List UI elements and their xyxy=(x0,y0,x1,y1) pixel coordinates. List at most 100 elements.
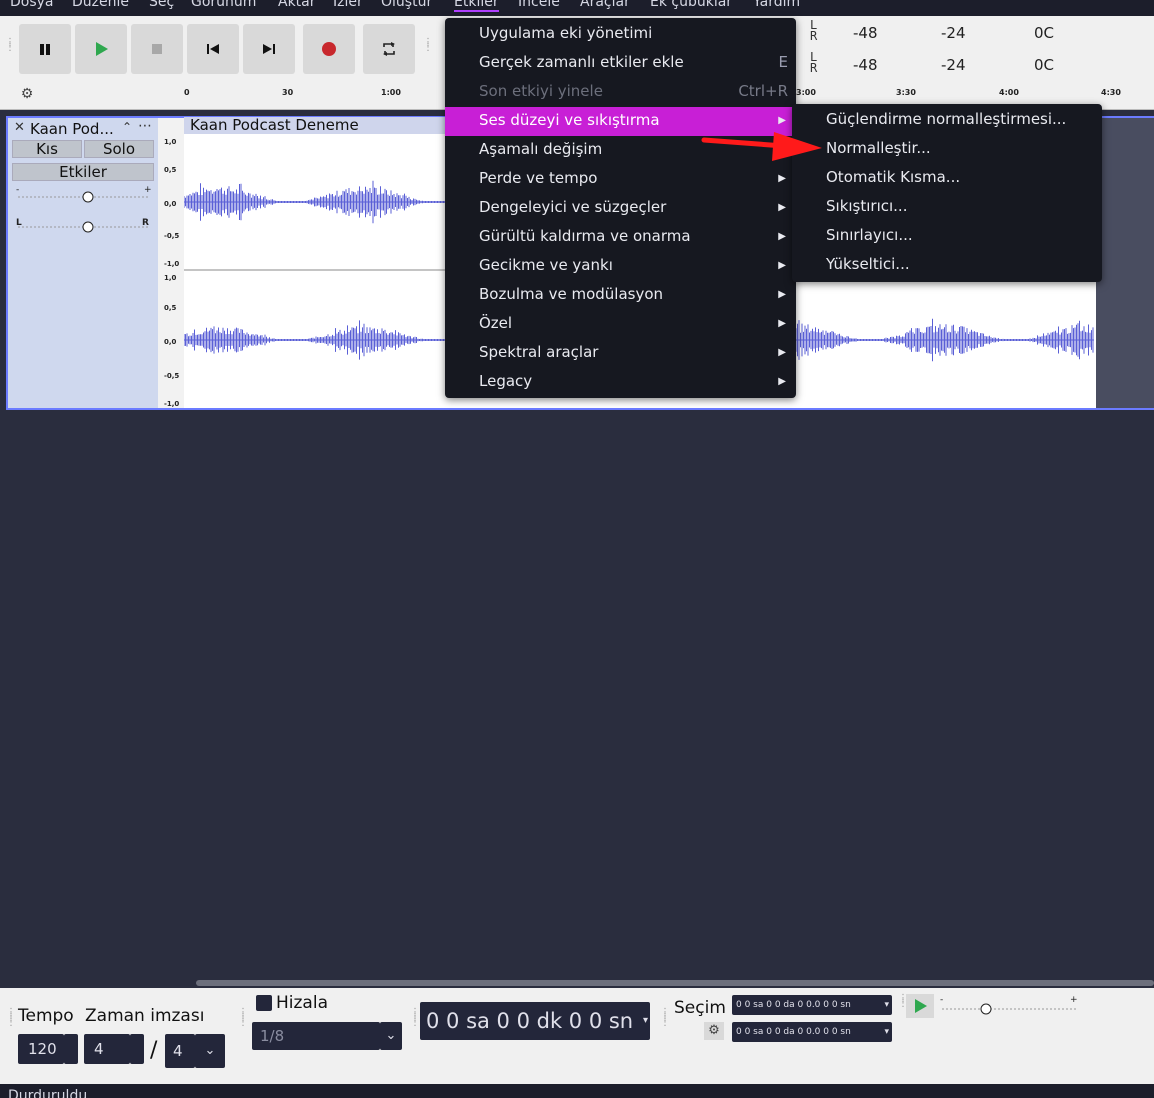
time-sig-denominator[interactable]: 4 xyxy=(165,1034,195,1068)
collapse-icon[interactable]: ⌃ xyxy=(122,120,132,134)
effects-menu-item[interactable]: Özel ▶ xyxy=(445,310,796,339)
pause-button[interactable] xyxy=(19,24,71,74)
chevron-down-icon[interactable]: ⌄ xyxy=(380,1022,402,1050)
close-icon[interactable]: ✕ xyxy=(14,120,25,135)
gear-icon[interactable]: ⚙ xyxy=(704,1022,724,1040)
loop-icon xyxy=(383,42,395,56)
toolbar-grip[interactable]: ⋮ ⋮ ⋮ xyxy=(6,1008,16,1028)
loop-button[interactable] xyxy=(363,24,415,74)
chevron-down-icon[interactable]: ▾ xyxy=(884,1022,889,1042)
clip-title[interactable]: Kaan Podcast Deneme xyxy=(184,117,446,134)
submenu-item[interactable]: Güçlendirme normalleştirmesi... xyxy=(792,106,1102,135)
tempo-stepper[interactable] xyxy=(64,1034,78,1064)
menu-etkiler[interactable]: Etkiler xyxy=(454,0,499,12)
menu-item-label: Aşamalı değişim xyxy=(479,140,603,158)
time-sig-numerator-stepper[interactable] xyxy=(130,1034,144,1064)
menu-item-label: Son etkiyi yinele xyxy=(479,82,603,100)
playback-meter[interactable]: LR -48 -24 0C xyxy=(796,18,1154,48)
effects-menu-item[interactable]: Spektral araçlar ▶ xyxy=(445,339,796,368)
scale-label: -0,5 xyxy=(164,372,180,380)
toolbar-grip[interactable]: ⋮ ⋮ ⋮ xyxy=(660,1008,670,1028)
menu-item-label: Legacy xyxy=(479,372,533,390)
record-meter[interactable]: LR -48 -24 0C xyxy=(796,50,1154,80)
effects-menu-item[interactable]: Gerçek zamanlı etkiler ekle E xyxy=(445,49,796,78)
scale-label: 1,0 xyxy=(164,138,177,146)
time-sig-numerator[interactable]: 4 xyxy=(84,1034,130,1064)
meter-tick: -24 xyxy=(941,56,966,74)
skip-end-icon xyxy=(263,44,275,54)
chevron-down-icon[interactable]: ▾ xyxy=(884,995,889,1015)
submenu-item[interactable]: Sınırlayıcı... xyxy=(792,222,1102,251)
submenu-item[interactable]: Yükseltici... xyxy=(792,251,1102,280)
effects-menu-item[interactable]: Uygulama eki yönetimi xyxy=(445,20,796,49)
meter-tick: 0C xyxy=(1034,24,1055,42)
solo-button[interactable]: Solo xyxy=(84,140,154,158)
menu-gorunum[interactable]: Görünüm xyxy=(191,0,256,10)
stop-button[interactable] xyxy=(131,24,183,74)
menu-izler[interactable]: İzler xyxy=(333,0,363,10)
submenu-item[interactable]: Normalleştir... xyxy=(792,135,1102,164)
toolbar-grip[interactable]: ⋮ ⋮ ⋮ xyxy=(238,1008,248,1028)
menu-dosya[interactable]: Dosya xyxy=(10,0,54,10)
skip-end-button[interactable] xyxy=(243,24,295,74)
lr-label: LR xyxy=(810,50,818,75)
meter-tick: 0C xyxy=(1034,56,1055,74)
status-bar: Durduruldu. xyxy=(0,1084,1154,1098)
chevron-down-icon[interactable]: ⌄ xyxy=(195,1034,225,1068)
menu-item-label: Gerçek zamanlı etkiler ekle xyxy=(479,53,684,71)
menu-araclar[interactable]: Araçlar xyxy=(580,0,630,10)
effects-menu-item[interactable]: Gecikme ve yankı ▶ xyxy=(445,252,796,281)
menu-item-label: Bozulma ve modülasyon xyxy=(479,285,664,303)
more-icon[interactable]: ⋯ xyxy=(138,118,152,134)
record-button[interactable] xyxy=(303,24,355,74)
effects-button[interactable]: Etkiler xyxy=(12,163,154,181)
time-display[interactable]: 0 0 sa 0 0 dk 0 0 sn ▾ xyxy=(420,1002,650,1040)
menu-incele[interactable]: İncele xyxy=(518,0,560,10)
selection-end-field[interactable]: 0 0 sa 0 0 da 0 0.0 0 0 sn ▾ xyxy=(732,1022,892,1042)
playback-speed-slider[interactable]: - + xyxy=(938,994,1080,1020)
menu-ek-cubuklar[interactable]: Ek çubuklar xyxy=(650,0,732,10)
snap-select[interactable]: 1/8 xyxy=(252,1022,380,1050)
toolbar-grip[interactable]: ⋮ ⋮ xyxy=(423,38,433,53)
menu-olustur[interactable]: Oluştur xyxy=(381,0,432,10)
snap-checkbox[interactable] xyxy=(256,995,272,1011)
scale-label: 0,0 xyxy=(164,338,177,346)
volume-compression-submenu: Güçlendirme normalleştirmesi... Normalleş… xyxy=(792,104,1102,282)
menu-yardim[interactable]: Yardım xyxy=(753,0,800,10)
submenu-item[interactable]: Sıkıştırıcı... xyxy=(792,193,1102,222)
gain-pan-sliders[interactable]: - + L R xyxy=(14,184,154,234)
menu-aktar[interactable]: Aktar xyxy=(278,0,316,10)
record-icon xyxy=(322,42,336,56)
toolbar-grip[interactable]: ⋮ ⋮ xyxy=(5,38,15,53)
selection-end-text: 0 0 sa 0 0 da 0 0.0 0 0 sn xyxy=(736,1027,851,1037)
tempo-input[interactable]: 120 xyxy=(18,1034,64,1064)
track-name[interactable]: Kaan Pod... xyxy=(30,120,114,138)
chevron-down-icon[interactable]: ▾ xyxy=(643,1002,648,1040)
submenu-arrow-icon: ▶ xyxy=(778,260,786,271)
submenu-item[interactable]: Otomatik Kısma... xyxy=(792,164,1102,193)
mute-button[interactable]: Kıs xyxy=(12,140,82,158)
effects-menu-item[interactable]: Perde ve tempo ▶ xyxy=(445,165,796,194)
menu-sec[interactable]: Seç xyxy=(149,0,174,10)
effects-menu-item[interactable]: Gürültü kaldırma ve onarma ▶ xyxy=(445,223,796,252)
menu-item-label: Dengeleyici ve süzgeçler xyxy=(479,198,667,216)
selection-start-field[interactable]: 0 0 sa 0 0 da 0 0.0 0 0 sn ▾ xyxy=(732,995,892,1015)
effects-menu-item[interactable]: Dengeleyici ve süzgeçler ▶ xyxy=(445,194,796,223)
toolbar-grip[interactable]: ⋮ ⋮ ⋮ xyxy=(410,1008,420,1028)
scrollbar-thumb[interactable] xyxy=(196,980,1154,986)
effects-menu-item[interactable]: Legacy ▶ xyxy=(445,368,796,397)
play-button[interactable] xyxy=(75,24,127,74)
menu-item-label: Ses düzeyi ve sıkıştırma xyxy=(479,111,660,129)
menu-duzenle[interactable]: Düzenle xyxy=(72,0,129,10)
horizontal-scrollbar[interactable] xyxy=(0,978,1154,988)
play-at-speed-button[interactable] xyxy=(906,994,934,1018)
skip-start-button[interactable] xyxy=(187,24,239,74)
time-signature-label: Zaman imzası xyxy=(85,1006,205,1026)
svg-text:+: + xyxy=(1070,995,1078,1005)
selection-start-text: 0 0 sa 0 0 da 0 0.0 0 0 sn xyxy=(736,1000,851,1010)
play-icon xyxy=(96,42,108,56)
effects-menu-item[interactable]: Bozulma ve modülasyon ▶ xyxy=(445,281,796,310)
menu-item-label: Gürültü kaldırma ve onarma xyxy=(479,227,691,245)
gear-icon[interactable]: ⚙ xyxy=(16,86,38,104)
effects-menu: Uygulama eki yönetimi Gerçek zamanlı etki… xyxy=(445,18,796,398)
